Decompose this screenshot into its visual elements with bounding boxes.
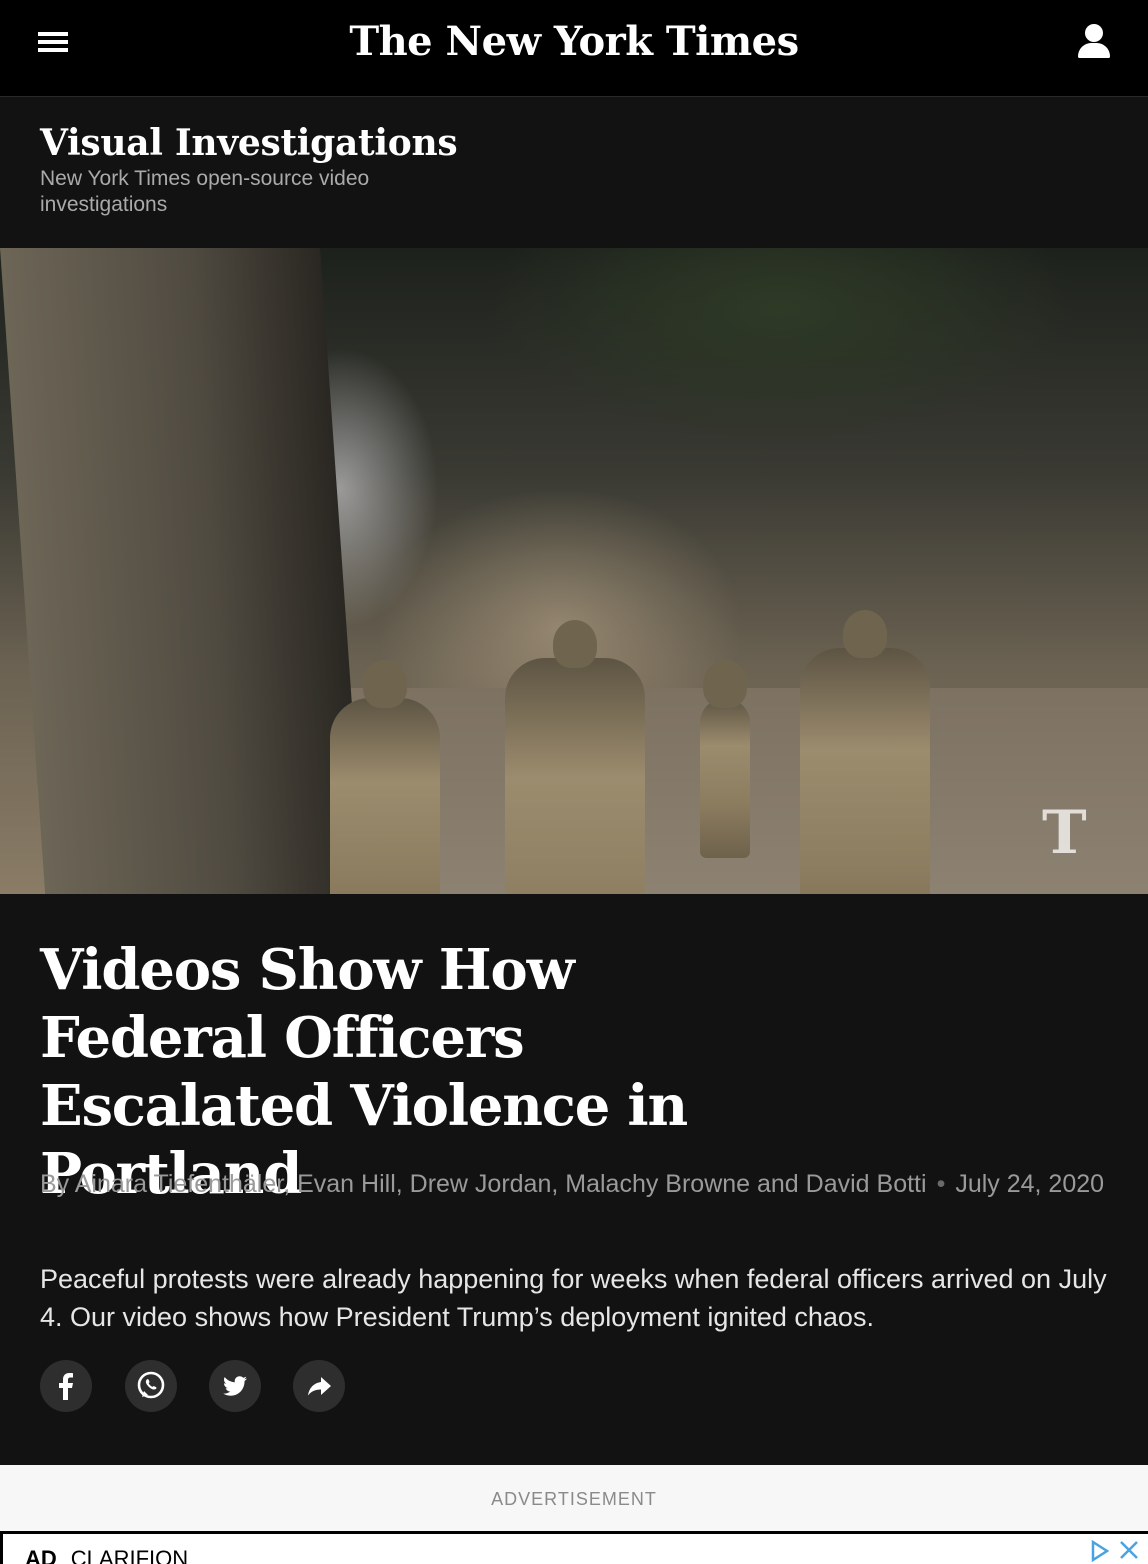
publish-date: July 24, 2020 bbox=[955, 1170, 1105, 1198]
graffiti-wall bbox=[0, 248, 366, 894]
whatsapp-icon bbox=[137, 1371, 165, 1399]
byline-separator: • bbox=[936, 1170, 946, 1198]
officer-figure bbox=[700, 660, 750, 858]
share-arrow-icon bbox=[308, 1377, 331, 1396]
byline-authors: By Ainara Tiefenthäler, Evan Hill, Drew … bbox=[40, 1170, 927, 1198]
ad-banner[interactable]: AD CLARIFION bbox=[0, 1531, 1148, 1564]
hero-video-still[interactable]: T bbox=[0, 248, 1148, 894]
share-twitter-button[interactable] bbox=[209, 1360, 261, 1412]
section-header: Visual Investigations New York Times ope… bbox=[0, 98, 1148, 248]
ad-badge: AD bbox=[25, 1546, 57, 1564]
officer-figure bbox=[800, 610, 930, 894]
facebook-icon bbox=[59, 1373, 73, 1400]
advertisement-area: ADVERTISEMENT AD CLARIFION bbox=[0, 1465, 1148, 1564]
share-whatsapp-button[interactable] bbox=[125, 1360, 177, 1412]
article-byline: By Ainara Tiefenthäler, Evan Hill, Drew … bbox=[40, 1166, 1110, 1202]
ad-text[interactable]: AD CLARIFION bbox=[25, 1546, 188, 1564]
officer-figure bbox=[330, 660, 440, 894]
officer-figure bbox=[505, 620, 645, 894]
nyt-t-watermark: T bbox=[1042, 798, 1087, 868]
share-more-button[interactable] bbox=[293, 1360, 345, 1412]
twitter-icon bbox=[223, 1376, 247, 1396]
advertisement-label: ADVERTISEMENT bbox=[491, 1489, 657, 1509]
section-subtitle: New York Times open-source video investi… bbox=[40, 167, 370, 216]
ad-brand: CLARIFION bbox=[70, 1546, 189, 1564]
adchoices-icon[interactable] bbox=[1087, 1536, 1147, 1564]
nyt-logo[interactable]: The New York Times bbox=[0, 18, 1148, 65]
article-summary: Peaceful protests were already happening… bbox=[40, 1264, 1107, 1332]
top-navigation-bar: The New York Times bbox=[0, 0, 1148, 97]
user-account-icon[interactable] bbox=[1076, 24, 1112, 60]
share-facebook-button[interactable] bbox=[40, 1360, 92, 1412]
section-title[interactable]: Visual Investigations bbox=[40, 122, 458, 164]
